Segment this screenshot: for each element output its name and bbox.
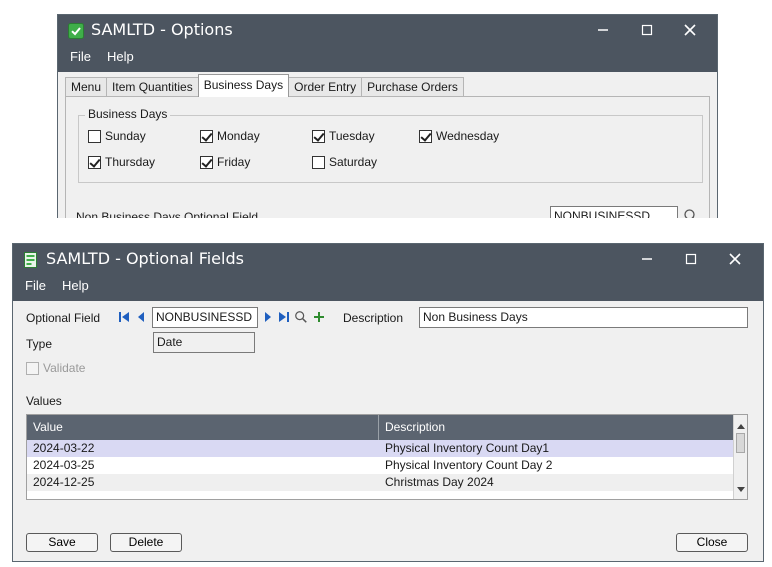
grid-header: Value Description bbox=[27, 415, 733, 440]
checkbox-thursday-box[interactable] bbox=[88, 155, 101, 169]
previous-record-icon[interactable] bbox=[134, 310, 148, 324]
optional-fields-window: SAMLTD - Optional Fields File Help Optio… bbox=[12, 243, 764, 562]
scroll-up-icon[interactable] bbox=[737, 418, 745, 432]
menu-file[interactable]: File bbox=[62, 48, 99, 66]
menu-help[interactable]: Help bbox=[54, 277, 97, 295]
type-label: Type bbox=[26, 337, 53, 351]
menu-help[interactable]: Help bbox=[99, 48, 142, 66]
magnifier-icon[interactable] bbox=[683, 208, 699, 218]
grid-scrollbar[interactable] bbox=[733, 415, 747, 499]
table-row[interactable]: 2024-03-22 Physical Inventory Count Day1 bbox=[27, 440, 733, 457]
optfields-titlebar: SAMLTD - Optional Fields File Help bbox=[13, 244, 763, 301]
non-business-days-label: Non Business Days Optional Field bbox=[76, 210, 259, 218]
cell-value[interactable]: 2024-03-22 bbox=[27, 440, 379, 457]
options-tabs: Menu Item Quantities Business Days Order… bbox=[65, 74, 464, 97]
checkbox-sunday-box[interactable] bbox=[88, 129, 101, 143]
checkbox-wednesday-box[interactable] bbox=[419, 129, 432, 143]
maximize-button[interactable] bbox=[625, 15, 669, 45]
checkbox-tuesday-box[interactable] bbox=[312, 129, 325, 143]
scroll-down-icon[interactable] bbox=[737, 482, 745, 496]
options-window: SAMLTD - Options File Help Menu Item Qua… bbox=[57, 14, 718, 218]
checkbox-tuesday-label: Tuesday bbox=[329, 129, 375, 143]
optional-field-label: Optional Field bbox=[26, 311, 101, 325]
minimize-button[interactable] bbox=[625, 244, 669, 274]
column-header-value[interactable]: Value bbox=[27, 415, 379, 440]
values-label: Values bbox=[26, 394, 62, 408]
checkbox-sunday[interactable]: Sunday bbox=[88, 129, 146, 143]
delete-button[interactable]: Delete bbox=[110, 533, 182, 552]
optfields-window-title: SAMLTD - Optional Fields bbox=[46, 249, 244, 268]
business-days-legend: Business Days bbox=[85, 107, 171, 121]
checkbox-monday-label: Monday bbox=[217, 129, 260, 143]
validate-checkbox-box[interactable] bbox=[26, 361, 39, 375]
checkbox-wednesday[interactable]: Wednesday bbox=[419, 129, 499, 143]
save-button[interactable]: Save bbox=[26, 533, 98, 552]
cell-description[interactable]: Christmas Day 2024 bbox=[379, 474, 494, 491]
green-shield-icon bbox=[68, 23, 84, 39]
close-window-button[interactable] bbox=[713, 244, 757, 274]
description-label: Description bbox=[343, 311, 404, 325]
cell-value[interactable]: 2024-03-25 bbox=[27, 457, 379, 474]
checkbox-saturday-label: Saturday bbox=[329, 155, 378, 169]
magnifier-icon[interactable] bbox=[294, 310, 308, 324]
validate-label: Validate bbox=[43, 361, 86, 375]
cell-description[interactable]: Physical Inventory Count Day 2 bbox=[379, 457, 552, 474]
cell-value[interactable]: 2024-12-25 bbox=[27, 474, 379, 491]
first-record-icon[interactable] bbox=[117, 310, 131, 324]
minimize-button[interactable] bbox=[581, 15, 625, 45]
optional-field-input[interactable]: NONBUSINESSD bbox=[152, 307, 258, 328]
checkbox-monday[interactable]: Monday bbox=[200, 129, 260, 143]
checkbox-thursday-label: Thursday bbox=[105, 155, 156, 169]
last-record-icon[interactable] bbox=[277, 310, 291, 324]
type-field: Date bbox=[153, 332, 255, 353]
values-grid: Value Description 2024-03-22 Physical In… bbox=[26, 414, 748, 500]
business-days-group: Business Days Sunday Monday Tuesday Wedn… bbox=[78, 107, 703, 183]
checkbox-friday[interactable]: Friday bbox=[200, 155, 250, 169]
tab-item-quantities[interactable]: Item Quantities bbox=[106, 77, 199, 97]
checkbox-friday-box[interactable] bbox=[200, 155, 213, 169]
scroll-thumb[interactable] bbox=[736, 433, 745, 453]
options-titlebar: SAMLTD - Options File Help bbox=[58, 15, 717, 72]
menu-file[interactable]: File bbox=[17, 277, 54, 295]
business-days-panel: Business Days Sunday Monday Tuesday Wedn… bbox=[65, 96, 710, 218]
checkbox-monday-box[interactable] bbox=[200, 129, 213, 143]
table-row[interactable]: 2024-12-25 Christmas Day 2024 bbox=[27, 474, 733, 491]
column-header-description[interactable]: Description bbox=[379, 415, 445, 440]
tab-order-entry[interactable]: Order Entry bbox=[288, 77, 363, 97]
checkbox-friday-label: Friday bbox=[217, 155, 251, 169]
tab-purchase-orders[interactable]: Purchase Orders bbox=[361, 77, 464, 97]
validate-checkbox[interactable]: Validate bbox=[26, 361, 85, 375]
cell-description[interactable]: Physical Inventory Count Day1 bbox=[379, 440, 549, 457]
next-record-icon[interactable] bbox=[261, 310, 275, 324]
checkbox-tuesday[interactable]: Tuesday bbox=[312, 129, 375, 143]
description-input[interactable]: Non Business Days bbox=[419, 307, 748, 328]
optfields-menubar: File Help bbox=[17, 277, 97, 295]
tab-menu[interactable]: Menu bbox=[65, 77, 108, 97]
checkbox-wednesday-label: Wednesday bbox=[436, 129, 500, 143]
options-window-title: SAMLTD - Options bbox=[91, 20, 233, 39]
close-window-button[interactable] bbox=[668, 15, 712, 45]
checkbox-thursday[interactable]: Thursday bbox=[88, 155, 155, 169]
grid-rows: 2024-03-22 Physical Inventory Count Day1… bbox=[27, 440, 733, 491]
checkbox-saturday[interactable]: Saturday bbox=[312, 155, 377, 169]
table-row[interactable]: 2024-03-25 Physical Inventory Count Day … bbox=[27, 457, 733, 474]
non-business-days-input[interactable]: NONBUSINESSD bbox=[550, 206, 678, 218]
close-button[interactable]: Close bbox=[676, 533, 748, 552]
plus-icon[interactable] bbox=[312, 310, 326, 324]
maximize-button[interactable] bbox=[669, 244, 713, 274]
green-document-icon bbox=[23, 252, 39, 268]
checkbox-sunday-label: Sunday bbox=[105, 129, 146, 143]
checkbox-saturday-box[interactable] bbox=[312, 155, 325, 169]
tab-business-days[interactable]: Business Days bbox=[197, 74, 290, 97]
options-menubar: File Help bbox=[62, 48, 142, 66]
